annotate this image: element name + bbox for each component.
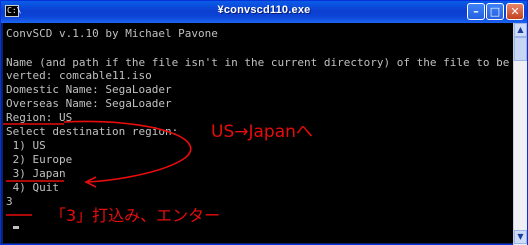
annotation-region-note: US→Japanへ bbox=[211, 122, 313, 142]
console-line-banner: ConvSCD v.1.10 by Michael Pavone bbox=[6, 27, 218, 40]
console-line-prompt: Name (and path if the file isn't in the … bbox=[6, 56, 513, 69]
console-line-select-region: Select destination region: bbox=[6, 125, 179, 138]
console-line-input: 3 bbox=[6, 195, 13, 208]
maximize-button[interactable]: □ bbox=[486, 3, 504, 20]
window-title: ¥convscd110.exe bbox=[217, 4, 311, 16]
console-line-option-japan: 3) Japan bbox=[6, 167, 66, 180]
console-line-option-quit: 4) Quit bbox=[6, 181, 59, 194]
console-line-overseas-name: Overseas Name: SegaLoader bbox=[6, 97, 172, 110]
text-cursor bbox=[13, 226, 19, 229]
console-line-domestic-name: Domestic Name: SegaLoader bbox=[6, 83, 172, 96]
annotation-input-note: 「3」打込み、エンター bbox=[50, 206, 221, 225]
console-line-option-europe: 2) Europe bbox=[6, 153, 73, 166]
minimize-button[interactable]: – bbox=[467, 3, 485, 20]
console-line-converted: verted: comcable11.iso bbox=[6, 69, 152, 82]
title-bar[interactable]: C:\ ¥convscd110.exe – □ ✕ bbox=[1, 1, 527, 23]
console-line-option-us: 1) US bbox=[6, 139, 46, 152]
vertical-scrollbar[interactable]: ▲ ▼ bbox=[513, 23, 527, 245]
console-line-region: Region: US bbox=[6, 111, 73, 124]
scroll-thumb[interactable] bbox=[514, 37, 527, 61]
close-button[interactable]: ✕ bbox=[506, 3, 524, 20]
scroll-down-button[interactable]: ▼ bbox=[514, 230, 527, 244]
scroll-up-button[interactable]: ▲ bbox=[514, 23, 527, 37]
